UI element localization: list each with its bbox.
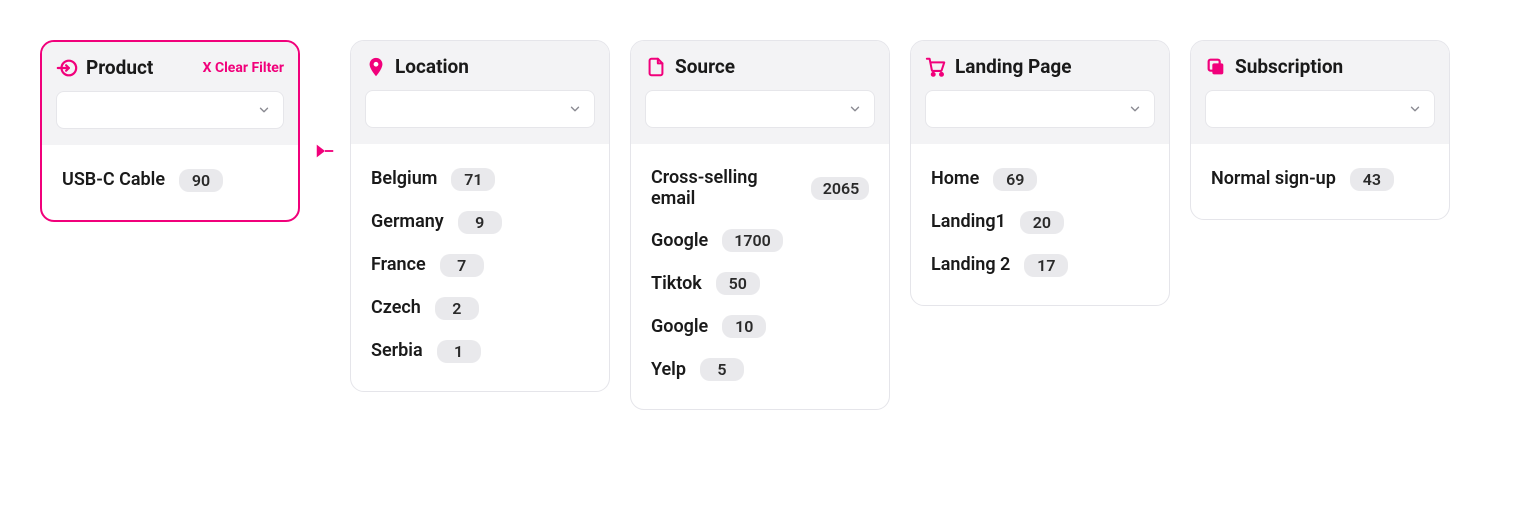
item-label: Landing1 [931,212,1006,233]
card-body: USB-C Cable 90 [42,145,298,220]
count-badge: 2065 [811,177,869,200]
card-header: Location [351,41,609,144]
filter-select[interactable] [1205,90,1435,128]
item-label: USB-C Cable [62,170,165,191]
title-row: Landing Page [925,55,1155,78]
list-item[interactable]: Google 10 [645,305,875,348]
card-title: Source [675,55,875,78]
count-badge: 2 [435,297,479,320]
filter-card-product: Product X Clear Filter USB-C Cable 90 [40,40,300,222]
card-title: Subscription [1235,55,1435,78]
list-item[interactable]: Serbia 1 [365,330,595,373]
list-item[interactable]: Czech 2 [365,287,595,330]
list-item[interactable]: Cross-selling email 2065 [645,158,875,219]
filter-card-source: Source Cross-selling email 2065 Google 1700 T… [630,40,890,410]
copy-icon [1205,56,1227,78]
count-badge: 43 [1350,168,1394,191]
cart-icon [925,56,947,78]
card-header: Source [631,41,889,144]
item-label: France [371,255,426,276]
card-header: Subscription [1191,41,1449,144]
item-label: Google [651,231,708,252]
filter-card-subscription: Subscription Normal sign-up 43 [1190,40,1450,220]
clear-filter-button[interactable]: X Clear Filter [203,60,284,76]
item-label: Germany [371,212,444,233]
item-label: Landing 2 [931,255,1010,276]
card-header: Landing Page [911,41,1169,144]
enter-icon [56,57,78,79]
list-item[interactable]: France 7 [365,244,595,287]
item-label: Cross-selling email [651,168,797,209]
list-item[interactable]: Belgium 71 [365,158,595,201]
card-body: Normal sign-up 43 [1191,144,1449,219]
list-item[interactable]: Normal sign-up 43 [1205,158,1435,201]
filter-card-location: Location Belgium 71 Germany 9 France 7 Czech 2 Se… [350,40,610,392]
item-label: Google [651,317,708,338]
count-badge: 71 [451,168,495,191]
list-item[interactable]: Tiktok 50 [645,262,875,305]
list-item[interactable]: Germany 9 [365,201,595,244]
count-badge: 1700 [722,229,783,252]
item-label: Home [931,169,979,190]
count-badge: 69 [993,168,1037,191]
title-row: Source [645,55,875,78]
card-title: Product [86,56,195,79]
list-item[interactable]: Landing 2 17 [925,244,1155,287]
chevron-down-icon [1128,102,1142,116]
title-row: Location [365,55,595,78]
filter-select[interactable] [645,90,875,128]
item-label: Yelp [651,360,686,381]
list-item[interactable]: Yelp 5 [645,348,875,391]
count-badge: 90 [179,169,223,192]
count-badge: 17 [1024,254,1068,277]
list-item[interactable]: Home 69 [925,158,1155,201]
filter-select[interactable] [365,90,595,128]
item-label: Tiktok [651,274,702,295]
item-label: Serbia [371,341,423,362]
count-badge: 9 [458,211,502,234]
count-badge: 7 [440,254,484,277]
card-header: Product X Clear Filter [42,42,298,145]
count-badge: 5 [700,358,744,381]
item-label: Normal sign-up [1211,169,1336,190]
list-item[interactable]: Google 1700 [645,219,875,262]
list-item[interactable]: Landing1 20 [925,201,1155,244]
filter-select[interactable] [56,91,284,129]
card-body: Cross-selling email 2065 Google 1700 Tiktok 5… [631,144,889,409]
card-title: Location [395,55,595,78]
chevron-down-icon [1408,102,1422,116]
card-title: Landing Page [955,55,1155,78]
count-badge: 10 [722,315,766,338]
chevron-down-icon [848,102,862,116]
list-item[interactable]: USB-C Cable 90 [56,159,284,202]
title-row: Subscription [1205,55,1435,78]
file-icon [645,56,667,78]
chevron-down-icon [257,103,271,117]
title-row: Product X Clear Filter [56,56,284,79]
card-body: Home 69 Landing1 20 Landing 2 17 [911,144,1169,305]
count-badge: 50 [716,272,760,295]
card-body: Belgium 71 Germany 9 France 7 Czech 2 Serbia 1 [351,144,609,391]
count-badge: 1 [437,340,481,363]
filter-select[interactable] [925,90,1155,128]
item-label: Belgium [371,169,437,190]
chevron-down-icon [568,102,582,116]
funnel-connector-icon [314,140,336,162]
count-badge: 20 [1020,211,1064,234]
item-label: Czech [371,298,421,319]
filter-card-landing-page: Landing Page Home 69 Landing1 20 Landing 2 17 [910,40,1170,306]
pin-icon [365,56,387,78]
